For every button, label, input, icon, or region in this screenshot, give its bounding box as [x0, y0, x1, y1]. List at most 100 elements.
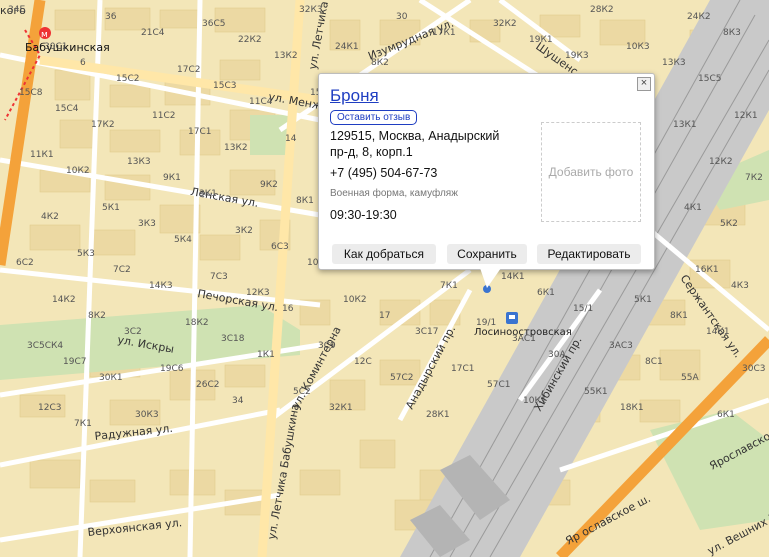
building-number: 5К1	[102, 203, 120, 213]
building-number: 57С1	[487, 380, 510, 390]
building-number: 13К3	[662, 58, 686, 68]
building-number: 12К1	[734, 111, 758, 121]
building-number: 7С2	[113, 265, 131, 275]
popup-pointer	[480, 268, 501, 288]
building-number: 4К2	[41, 212, 59, 222]
building-number: 15С4	[55, 104, 79, 114]
building-number: 12С	[354, 357, 372, 367]
building-number: 19/1	[476, 318, 496, 328]
building-number: 17С1	[451, 364, 474, 374]
building-number: 32К2	[493, 19, 517, 29]
building-number: 5К3	[77, 249, 95, 259]
building-number: 6	[80, 58, 86, 68]
building-number: 14К2	[52, 295, 76, 305]
building-number: 3С2	[124, 327, 142, 337]
building-number: 3К1	[199, 189, 217, 199]
close-icon[interactable]: ×	[637, 77, 651, 91]
building-number: 13К2	[224, 143, 248, 153]
save-button[interactable]: Сохранить	[447, 244, 527, 264]
leave-review-button[interactable]: Оставить отзыв	[330, 110, 418, 125]
building-number: 28К1	[426, 410, 450, 420]
building-number: 7К2	[745, 173, 763, 183]
building-number: 30К1	[99, 373, 123, 383]
building-number: 30С3	[742, 364, 765, 374]
building-number: 19С7	[63, 357, 86, 367]
building-number: 57С2	[390, 373, 413, 383]
building-number: 5К4	[174, 235, 192, 245]
building-number: 6К1	[537, 288, 555, 298]
building-number: 3АС1	[512, 334, 536, 344]
building-number: 17С1	[188, 127, 211, 137]
edit-button[interactable]: Редактировать	[537, 244, 641, 264]
building-number: 30С1	[44, 42, 67, 52]
building-number: 9К1	[163, 173, 181, 183]
building-number: 18К2	[185, 318, 209, 328]
building-number: 1К1	[257, 350, 275, 360]
building-number: 4К1	[684, 203, 702, 213]
building-number: 10К2	[66, 166, 90, 176]
building-number: 7К1	[74, 419, 92, 429]
building-number: 55К1	[584, 387, 608, 397]
building-number: 8К1	[670, 311, 688, 321]
building-number: 30К3	[135, 410, 159, 420]
building-number: 17К2	[91, 120, 115, 130]
place-phone: +7 (495) 504-67-73	[330, 166, 438, 180]
building-number: 7С3	[210, 272, 228, 282]
building-number: 3С5СК4	[27, 341, 63, 351]
building-number: 3АС3	[609, 341, 633, 351]
building-number: 17	[379, 311, 390, 321]
route-button[interactable]: Как добраться	[332, 244, 436, 264]
building-number: 9К2	[260, 180, 278, 190]
building-number: 7К1	[440, 281, 458, 291]
building-number: 14К1	[706, 327, 730, 337]
building-number: 30	[396, 12, 408, 22]
train-station-icon[interactable]	[506, 312, 518, 324]
place-address: 129515, Москва, Анадырский пр-д, 8, корп…	[330, 129, 500, 159]
building-number: 12С3	[38, 403, 61, 413]
building-number: 24К2	[687, 12, 711, 22]
building-number: 21С4	[141, 28, 165, 38]
add-photo-button[interactable]: Добавить фото	[541, 122, 641, 222]
building-number: 3С17	[415, 327, 438, 337]
building-number: 34	[232, 396, 244, 406]
building-number: 8К1	[296, 196, 314, 206]
place-title-link[interactable]: Броня	[330, 86, 379, 106]
building-number: 8К2	[371, 58, 389, 68]
building-number: 5С2	[293, 387, 311, 397]
building-number: 11К1	[30, 150, 54, 160]
building-number: 16	[282, 304, 294, 314]
building-number: 8К3	[723, 28, 741, 38]
building-number: 19К1	[529, 35, 553, 45]
building-number: 5К2	[720, 219, 738, 229]
building-number: 30А	[548, 350, 566, 360]
building-number: 13К3	[127, 157, 151, 167]
building-number: 18К1	[620, 403, 644, 413]
building-number: 6С2	[16, 258, 34, 268]
building-number: 36С5	[202, 19, 225, 29]
building-number: 15С5	[698, 74, 721, 84]
building-number: 10К2	[343, 295, 367, 305]
building-number: 8К2	[88, 311, 106, 321]
building-number: 36	[105, 12, 117, 22]
building-number: 17С2	[177, 65, 200, 75]
building-number: 28К2	[590, 5, 614, 15]
building-number: 15С2	[116, 74, 139, 84]
building-number: 15/1	[573, 304, 593, 314]
building-number: 17К1	[432, 28, 456, 38]
building-number: 19К3	[565, 51, 589, 61]
building-number: 3К2	[235, 226, 253, 236]
building-number: 11С2	[152, 111, 175, 121]
place-category: Военная форма, камуфляж	[330, 188, 458, 199]
building-number: 12К2	[709, 157, 733, 167]
building-number: 4К3	[731, 281, 749, 291]
building-number: 10К3	[626, 42, 650, 52]
place-info-popup: × Броня Оставить отзыв 129515, Москва, А…	[318, 73, 655, 270]
building-number: 14	[285, 134, 297, 144]
building-number: 3С9	[318, 341, 336, 351]
building-number: 32К3	[299, 5, 323, 15]
place-hours: 09:30-19:30	[330, 208, 397, 222]
building-number: 14К1	[501, 272, 525, 282]
building-number: 8С1	[645, 357, 663, 367]
building-number: 6С3	[271, 242, 289, 252]
svg-text:м: м	[41, 30, 48, 40]
